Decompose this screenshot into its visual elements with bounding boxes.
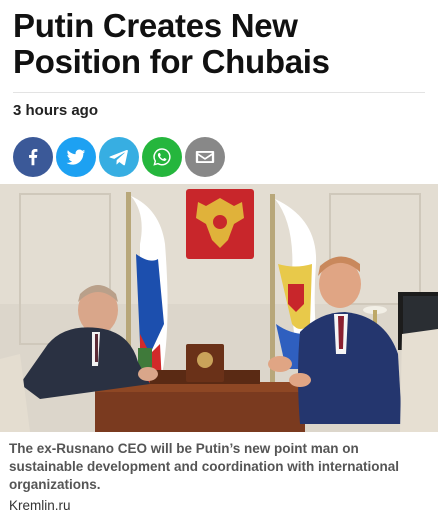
- share-facebook-button[interactable]: [13, 137, 53, 177]
- meeting-photo-illustration: [0, 184, 438, 432]
- article-timestamp: 3 hours ago: [13, 102, 99, 119]
- share-email-button[interactable]: [185, 137, 225, 177]
- article-headline: Putin Creates New Position for Chubais: [13, 7, 330, 80]
- share-whatsapp-button[interactable]: [142, 137, 182, 177]
- share-telegram-button[interactable]: [99, 137, 139, 177]
- article-photo: [0, 184, 438, 432]
- divider: [13, 92, 425, 93]
- facebook-icon: [29, 149, 38, 166]
- email-icon: [195, 151, 215, 163]
- share-bar: [13, 137, 225, 177]
- telegram-icon: [109, 149, 128, 166]
- whatsapp-icon: [153, 148, 171, 166]
- share-twitter-button[interactable]: [56, 137, 96, 177]
- twitter-icon: [66, 149, 86, 165]
- photo-credit: Kremlin.ru: [9, 498, 71, 513]
- photo-caption: The ex-Rusnano CEO will be Putin’s new p…: [9, 441, 400, 492]
